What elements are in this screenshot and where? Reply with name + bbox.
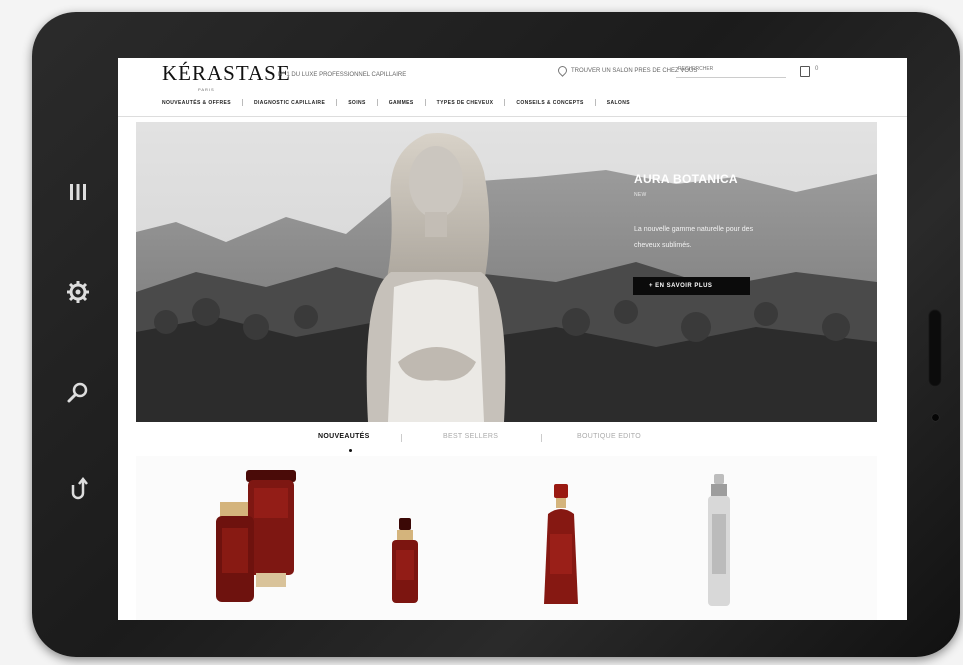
nav-item-salons[interactable]: SALONS [607, 100, 630, 106]
shopping-bag-icon[interactable] [800, 66, 810, 77]
product-silver-spray[interactable] [701, 474, 737, 609]
tablet-screen: KÉRASTASE PARIS N° 1 DU LUXE PROFESSIONN… [118, 58, 907, 620]
tab-boutique-edito[interactable]: BOUTIQUE EDITO [577, 433, 641, 440]
nav-item-gammes[interactable]: GAMMES [389, 100, 414, 106]
main-nav: NOUVEAUTÉS & OFFRES DIAGNOSTIC CAPILLAIR… [162, 99, 630, 106]
product-elixir-serum[interactable] [388, 518, 422, 608]
brand-tagline: N° 1 DU LUXE PROFESSIONNEL CAPILLAIRE [278, 72, 407, 78]
menu-icon[interactable] [52, 166, 104, 218]
search-input[interactable] [676, 65, 780, 73]
product-elixir-oil[interactable] [538, 484, 584, 609]
location-pin-icon [556, 64, 569, 77]
site-header: KÉRASTASE PARIS N° 1 DU LUXE PROFESSIONN… [118, 58, 907, 117]
home-button[interactable] [928, 309, 942, 387]
product-elixir-duo[interactable] [198, 470, 308, 605]
nav-divider [336, 99, 338, 106]
nav-divider [376, 99, 378, 106]
nav-item-nouveautes[interactable]: NOUVEAUTÉS & OFFRES [162, 100, 231, 106]
hero-subtitle: NEW [634, 192, 647, 198]
nav-item-conseils[interactable]: CONSEILS & CONCEPTS [516, 100, 583, 106]
camera-icon [932, 414, 939, 421]
nav-item-soins[interactable]: SOINS [348, 100, 366, 106]
hero-description: La nouvelle gamme naturelle pour des che… [634, 226, 754, 249]
back-arrow-icon[interactable] [52, 462, 104, 514]
hero-banner[interactable]: AURA BOTANICA NEW La nouvelle gamme natu… [136, 122, 877, 422]
tab-nouveautes[interactable]: NOUVEAUTÉS [318, 433, 370, 440]
magnifier-icon[interactable] [52, 366, 104, 418]
gear-icon[interactable] [52, 266, 104, 318]
tab-divider [401, 434, 402, 442]
brand-logo-sub: PARIS [198, 87, 215, 92]
nav-item-diagnostic[interactable]: DIAGNOSTIC CAPILLAIRE [254, 100, 325, 106]
bag-count: 0 [815, 66, 819, 72]
nav-divider [424, 99, 426, 106]
search-box[interactable] [676, 65, 786, 78]
tab-best-sellers[interactable]: BEST SELLERS [443, 433, 498, 440]
nav-divider [504, 99, 506, 106]
nav-divider [594, 99, 596, 106]
active-tab-indicator [349, 449, 352, 452]
hero-title: AURA BOTANICA [634, 172, 738, 186]
product-carousel [136, 456, 877, 620]
product-tabs: NOUVEAUTÉS BEST SELLERS BOUTIQUE EDITO [118, 424, 907, 452]
nav-divider [242, 99, 243, 106]
tab-divider [541, 434, 542, 442]
hero-photo [136, 122, 877, 422]
learn-more-button[interactable]: + EN SAVOIR PLUS [633, 277, 750, 295]
brand-logo[interactable]: KÉRASTASE [162, 61, 291, 86]
nav-item-types[interactable]: TYPES DE CHEVEUX [437, 100, 494, 106]
